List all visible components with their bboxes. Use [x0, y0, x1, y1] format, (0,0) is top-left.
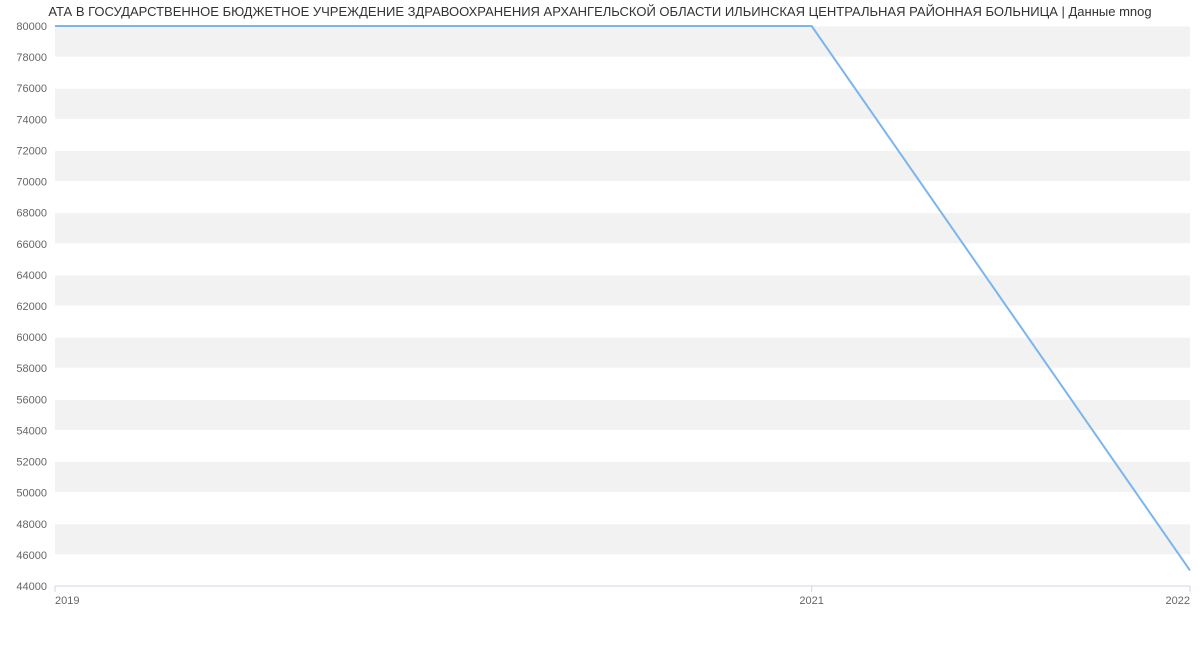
y-tick-label: 62000: [16, 301, 47, 313]
y-tick-label: 54000: [16, 425, 47, 437]
y-tick-label: 58000: [16, 363, 47, 375]
y-tick-label: 76000: [16, 83, 47, 95]
x-tick-label: 2019: [55, 595, 79, 607]
chart-plot-area: 44000 46000 48000 50000 52000 54000 56000 58000…: [0, 22, 1200, 612]
y-tick-label: 48000: [16, 519, 47, 531]
y-tick-label: 68000: [16, 208, 47, 220]
y-tick-label: 72000: [16, 145, 47, 157]
y-tick-label: 66000: [16, 239, 47, 251]
chart-title: АТА В ГОСУДАРСТВЕННОЕ БЮДЖЕТНОЕ УЧРЕЖДЕН…: [0, 0, 1200, 22]
y-tick-label: 70000: [16, 177, 47, 189]
y-tick-label: 80000: [16, 22, 47, 33]
chart-svg: 44000 46000 48000 50000 52000 54000 56000 58000…: [0, 22, 1200, 612]
y-tick-label: 56000: [16, 394, 47, 406]
y-tick-label: 60000: [16, 332, 47, 344]
y-tick-label: 50000: [16, 488, 47, 500]
y-tick-label: 44000: [16, 581, 47, 593]
y-tick-label: 52000: [16, 457, 47, 469]
y-tick-label: 64000: [16, 270, 47, 282]
y-tick-label: 46000: [16, 550, 47, 562]
y-tick-label: 78000: [16, 52, 47, 64]
y-tick-label: 74000: [16, 114, 47, 126]
x-tick-label: 2021: [799, 595, 823, 607]
x-tick-label: 2022: [1166, 595, 1190, 607]
